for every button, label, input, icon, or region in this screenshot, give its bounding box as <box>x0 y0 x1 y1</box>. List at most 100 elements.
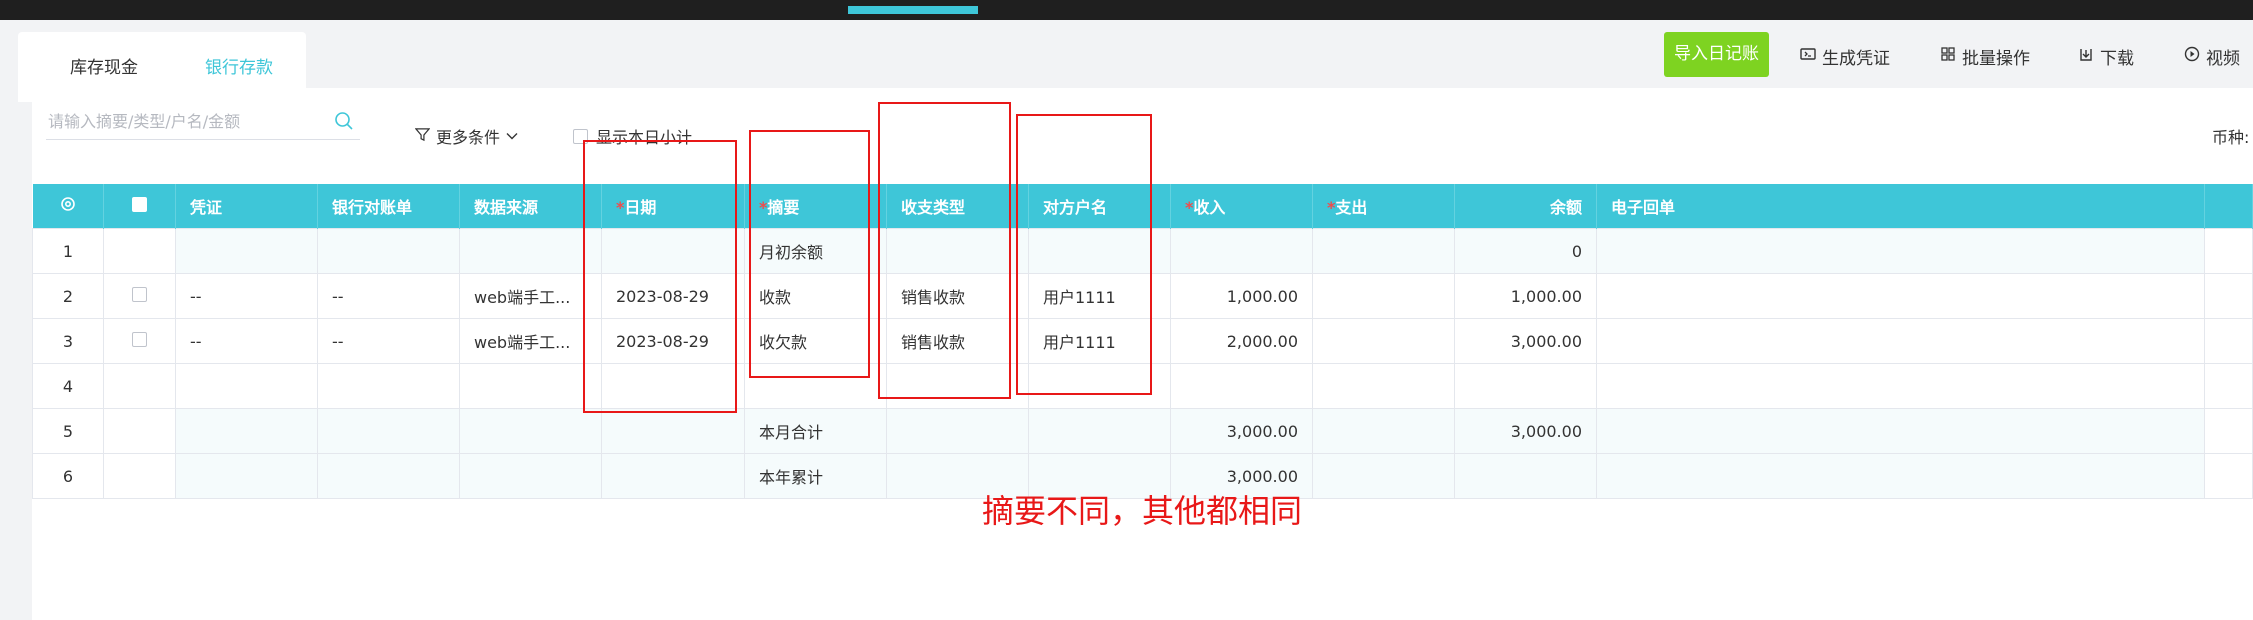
filter-icon <box>414 127 431 146</box>
more-conditions-label: 更多条件 <box>436 128 501 147</box>
table-row: 5 本月合计 3,000.00 3,000.00 <box>32 408 2253 454</box>
row-select <box>103 228 176 274</box>
voucher-icon <box>1800 46 1816 67</box>
cell-receipt[interactable] <box>1596 273 2205 319</box>
row-index: 4 <box>32 363 104 409</box>
cell-date <box>601 408 745 454</box>
import-journal-button[interactable]: 导入日记账 <box>1664 32 1769 77</box>
cell-voucher <box>175 408 318 454</box>
cell-income[interactable]: 2,000.00 <box>1170 318 1313 364</box>
cell-receipt[interactable] <box>1596 363 2205 409</box>
col-bank-statement: 银行对账单 <box>317 184 460 229</box>
cell-expense <box>1312 228 1455 274</box>
cell-extra <box>2204 363 2253 409</box>
row-index: 1 <box>32 228 104 274</box>
batch-operation-button[interactable]: 批量操作 <box>1940 44 2030 69</box>
cell-data-source <box>459 408 602 454</box>
cell-receipt <box>1596 228 2205 274</box>
batch-icon <box>1940 46 1956 67</box>
row-checkbox[interactable] <box>132 286 147 302</box>
search-icon[interactable] <box>334 111 354 135</box>
currency-label: 币种: <box>2212 128 2250 147</box>
cell-income[interactable] <box>1170 363 1313 409</box>
highlight-box-type <box>878 102 1011 399</box>
more-conditions-button[interactable]: 更多条件 <box>414 124 518 148</box>
col-income-label: 收入 <box>1193 198 1226 217</box>
app-window: 库存现金 银行存款 导入日记账 生成凭证 批量操作 下载 视频 更多条件 显示本… <box>0 20 2253 620</box>
highlight-box-date <box>583 140 737 413</box>
cell-income[interactable]: 1,000.00 <box>1170 273 1313 319</box>
cell-expense <box>1312 453 1455 499</box>
cell-expense <box>1312 408 1455 454</box>
cell-data-source: web端手工... <box>459 318 602 364</box>
cell-balance <box>1454 453 1597 499</box>
top-accent <box>848 6 978 14</box>
col-expense-label: 支出 <box>1335 198 1368 217</box>
cell-bank-statement[interactable] <box>317 363 460 409</box>
cell-expense[interactable] <box>1312 318 1455 364</box>
row-select[interactable] <box>103 318 176 364</box>
cell-expense[interactable] <box>1312 273 1455 319</box>
cell-receipt[interactable] <box>1596 318 2205 364</box>
select-all[interactable] <box>103 184 176 229</box>
chevron-down-icon <box>506 127 518 146</box>
download-button[interactable]: 下载 <box>2078 44 2134 69</box>
col-balance: 余额 <box>1454 184 1597 229</box>
cell-summary: 本年累计 <box>744 453 887 499</box>
row-select <box>103 453 176 499</box>
cell-voucher[interactable]: -- <box>175 273 318 319</box>
col-voucher: 凭证 <box>175 184 318 229</box>
cell-counterparty <box>1028 408 1171 454</box>
cell-data-source <box>459 453 602 499</box>
download-icon <box>2078 46 2094 67</box>
select-all-checkbox[interactable] <box>132 196 147 212</box>
cell-expense[interactable] <box>1312 363 1455 409</box>
cell-data-source <box>459 363 602 409</box>
col-expense: *支出 <box>1312 184 1455 229</box>
gear-icon[interactable] <box>59 197 77 217</box>
tab-bank[interactable]: 银行存款 <box>183 48 295 91</box>
cell-voucher[interactable] <box>175 363 318 409</box>
cell-extra <box>2204 453 2253 499</box>
row-index: 5 <box>32 408 104 454</box>
video-icon <box>2184 46 2200 67</box>
tab-cash[interactable]: 库存现金 <box>70 48 138 88</box>
col-income: *收入 <box>1170 184 1313 229</box>
cell-bank-statement[interactable]: -- <box>317 318 460 364</box>
row-index: 6 <box>32 453 104 499</box>
cell-balance: 0 <box>1454 228 1597 274</box>
col-extra <box>2204 184 2253 229</box>
cell-data-source <box>459 228 602 274</box>
row-select <box>103 408 176 454</box>
cell-balance: 3,000.00 <box>1454 408 1597 454</box>
cell-data-source: web端手工... <box>459 273 602 319</box>
cell-extra <box>2204 273 2253 319</box>
video-button[interactable]: 视频 <box>2184 44 2240 69</box>
cell-balance <box>1454 363 1597 409</box>
cell-bank-statement <box>317 228 460 274</box>
column-settings[interactable] <box>32 184 104 229</box>
cell-extra <box>2204 228 2253 274</box>
row-index: 2 <box>32 273 104 319</box>
row-select <box>103 363 176 409</box>
row-index: 3 <box>32 318 104 364</box>
search-box <box>46 103 360 140</box>
row-select[interactable] <box>103 273 176 319</box>
col-receipt: 电子回单 <box>1596 184 2205 229</box>
cell-balance: 3,000.00 <box>1454 318 1597 364</box>
highlight-box-counterparty <box>1016 114 1152 395</box>
highlight-box-summary <box>749 130 870 378</box>
cell-bank-statement[interactable]: -- <box>317 273 460 319</box>
cell-voucher[interactable]: -- <box>175 318 318 364</box>
cell-voucher <box>175 453 318 499</box>
search-input[interactable] <box>46 103 320 139</box>
cell-type <box>886 408 1029 454</box>
batch-operation-label: 批量操作 <box>1962 48 2030 69</box>
cell-income <box>1170 228 1313 274</box>
video-label: 视频 <box>2206 48 2240 69</box>
generate-voucher-button[interactable]: 生成凭证 <box>1800 44 1890 69</box>
cell-extra <box>2204 408 2253 454</box>
cell-balance: 1,000.00 <box>1454 273 1597 319</box>
annotation-text: 摘要不同，其他都相同 <box>982 492 1303 530</box>
row-checkbox[interactable] <box>132 331 147 347</box>
